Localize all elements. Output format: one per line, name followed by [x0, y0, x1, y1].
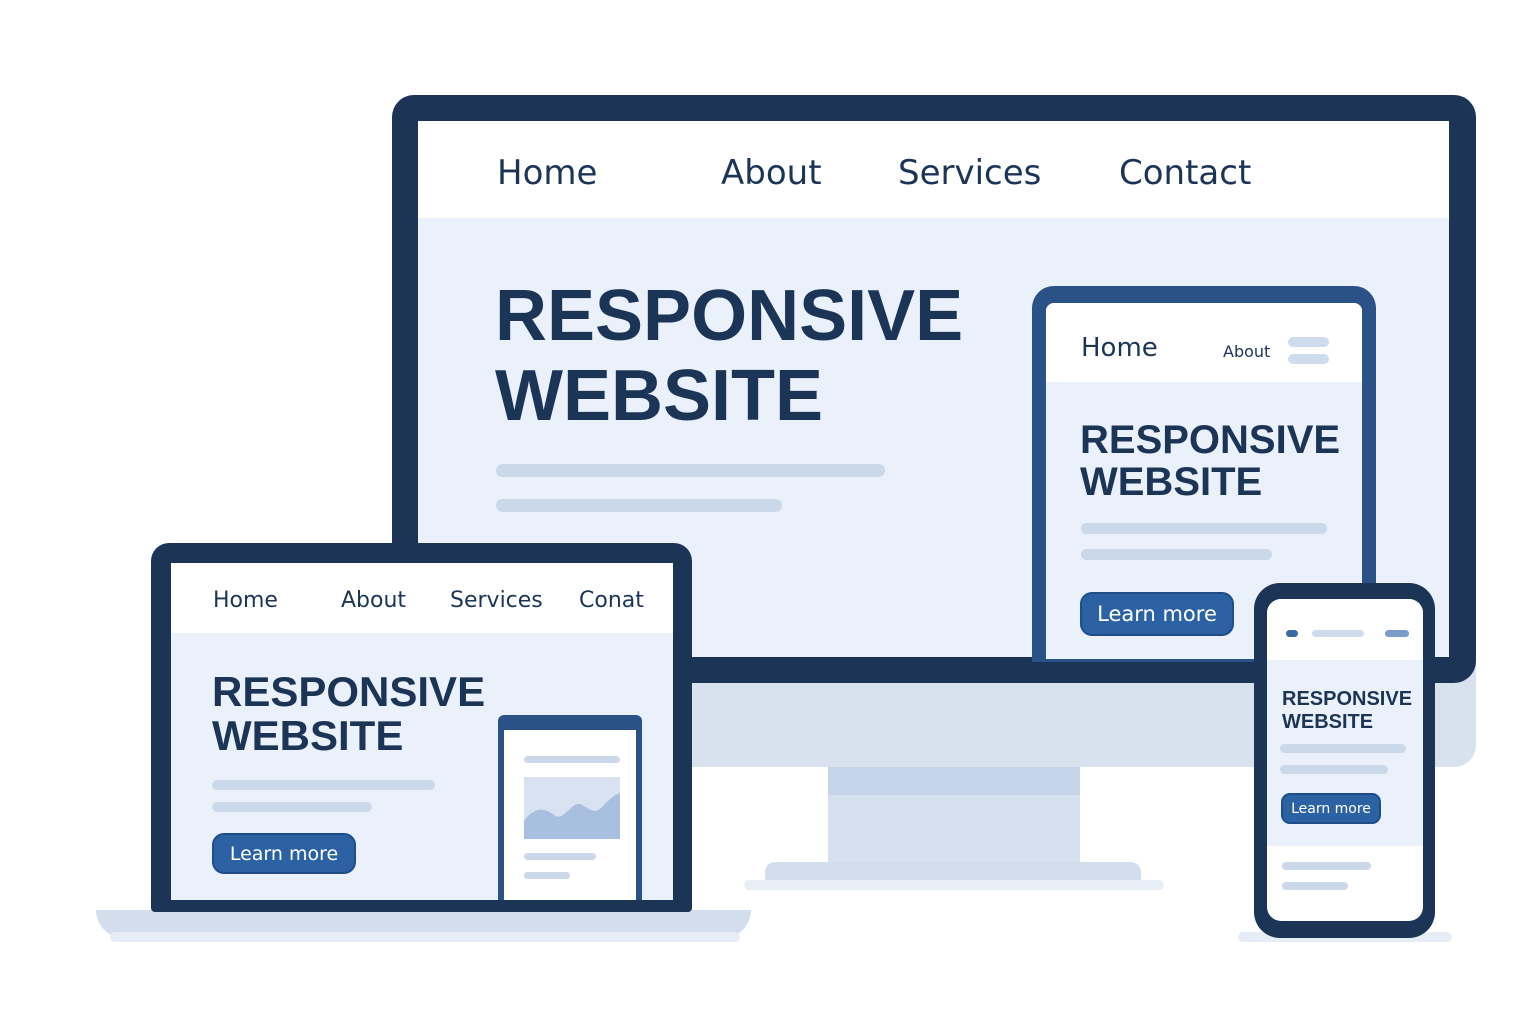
phone-text-placeholder — [1280, 765, 1388, 774]
card-text-placeholder — [524, 872, 570, 879]
phone-hero-section: RESPONSIVE WEBSITE Learn more — [1267, 660, 1423, 846]
phone-text-placeholder — [1282, 862, 1371, 870]
tablet-nav-bar: Home About — [1046, 303, 1362, 382]
phone-text-placeholder — [1280, 744, 1406, 753]
desktop-nav-home[interactable]: Home — [497, 153, 597, 193]
laptop-screen: Home About Services Conat RESPONSIVE WEB… — [171, 563, 673, 900]
desktop-nav-bar: Home About Services Contact — [418, 121, 1449, 218]
laptop-hero-title: RESPONSIVE WEBSITE — [212, 668, 486, 760]
card-text-placeholder — [524, 853, 596, 860]
monitor-stand-shadow — [744, 880, 1164, 890]
laptop-card — [504, 730, 636, 900]
desktop-hero-line1: RESPONSIVE — [495, 276, 964, 356]
phone-hero-line1: RESPONSIVE — [1282, 688, 1413, 710]
monitor-stand-neck-shade — [828, 765, 1080, 795]
menu-icon[interactable] — [1385, 630, 1409, 637]
laptop-learn-more-button[interactable]: Learn more — [212, 833, 356, 874]
laptop-hero-line1: RESPONSIVE — [212, 668, 486, 715]
laptop-nav-about[interactable]: About — [341, 588, 406, 613]
laptop-base-shadow — [110, 932, 740, 942]
phone-hero-line2: WEBSITE — [1282, 711, 1374, 733]
phone-nav-placeholder — [1312, 630, 1364, 637]
phone-logo-dot — [1286, 630, 1298, 637]
desktop-nav-services[interactable]: Services — [898, 153, 1041, 193]
tablet-learn-more-button[interactable]: Learn more — [1080, 592, 1234, 636]
phone-learn-more-button[interactable]: Learn more — [1281, 793, 1381, 824]
tablet-hero-line1: RESPONSIVE — [1080, 418, 1341, 462]
phone-nav-bar — [1267, 599, 1423, 660]
desktop-text-placeholder — [496, 499, 782, 512]
hamburger-icon-line — [1288, 354, 1329, 364]
desktop-hero-title: RESPONSIVE WEBSITE — [495, 276, 964, 436]
laptop-nav-home[interactable]: Home — [213, 588, 278, 613]
hamburger-icon[interactable] — [1288, 337, 1329, 347]
laptop-nav-services[interactable]: Services — [450, 588, 543, 613]
laptop-text-placeholder — [212, 780, 435, 790]
desktop-nav-contact[interactable]: Contact — [1119, 153, 1251, 193]
desktop-nav-about[interactable]: About — [721, 153, 822, 193]
tablet-text-placeholder — [1081, 549, 1272, 560]
tablet-nav-about[interactable]: About — [1223, 342, 1270, 361]
tablet-hero-line2: WEBSITE — [1080, 460, 1263, 504]
phone-text-placeholder — [1282, 882, 1348, 890]
tablet-hero-title: RESPONSIVE WEBSITE — [1080, 419, 1340, 503]
laptop-nav-contact[interactable]: Conat — [579, 588, 644, 613]
phone-screen: RESPONSIVE WEBSITE Learn more — [1267, 599, 1423, 921]
laptop-nav-bar: Home About Services Conat — [171, 563, 673, 633]
tablet-text-placeholder — [1081, 523, 1327, 534]
chart-image-icon — [524, 777, 620, 839]
tablet-nav-home[interactable]: Home — [1081, 333, 1158, 363]
desktop-text-placeholder — [496, 464, 885, 477]
card-text-placeholder — [524, 756, 620, 763]
phone-hero-title: RESPONSIVE WEBSITE — [1282, 688, 1412, 734]
desktop-hero-line2: WEBSITE — [495, 355, 824, 436]
laptop-hero-line2: WEBSITE — [212, 712, 404, 760]
laptop-text-placeholder — [212, 802, 372, 812]
